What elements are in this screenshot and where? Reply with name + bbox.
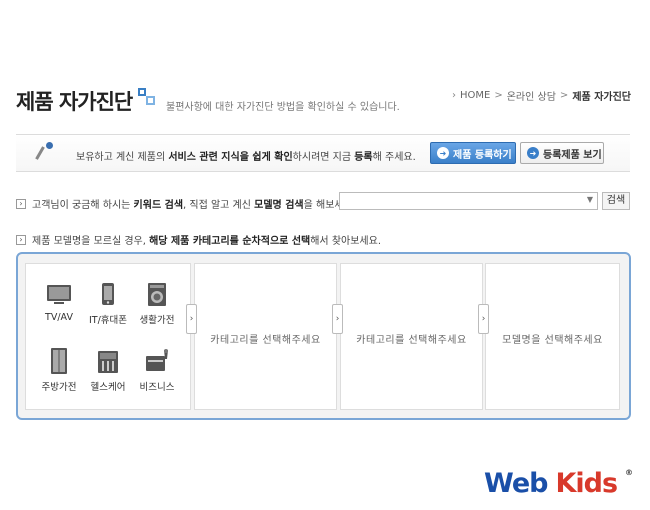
search-input[interactable]: ▼ bbox=[339, 192, 598, 210]
chevron-right-icon: › bbox=[478, 304, 489, 334]
column-placeholder: 모델명을 선택해주세요 bbox=[502, 335, 603, 346]
phone-icon bbox=[102, 283, 114, 305]
breadcrumb: › HOME > 온라인 상담 > 제품 자가진단 bbox=[452, 88, 631, 103]
category-column-sub2[interactable]: 카테고리를 선택해주세요 bbox=[340, 263, 483, 410]
view-registered-button[interactable]: ➜ 등록제품 보기 bbox=[520, 142, 604, 164]
category-it-phone[interactable]: IT/휴대폰 bbox=[83, 282, 133, 326]
info-bar: 보유하고 계신 제품의 서비스 관련 지식을 쉽게 확인하시려면 지금 등록해 … bbox=[16, 134, 630, 172]
column-placeholder: 카테고리를 선택해주세요 bbox=[356, 335, 467, 346]
category-tv-av[interactable]: TV/AV bbox=[34, 282, 84, 323]
info-text: 보유하고 계신 제품의 서비스 관련 지식을 쉽게 확인하시려면 지금 등록해 … bbox=[76, 152, 416, 163]
breadcrumb-separator-icon: > bbox=[494, 90, 503, 101]
squares-icon bbox=[138, 88, 156, 106]
chevron-right-icon: › bbox=[186, 304, 197, 334]
tv-icon bbox=[47, 285, 71, 304]
webkids-logo: Web Kids ® bbox=[484, 468, 633, 499]
breadcrumb-separator-icon: > bbox=[559, 90, 569, 101]
chevron-right-icon: › bbox=[332, 304, 343, 334]
category-column-sub1[interactable]: 카테고리를 선택해주세요 bbox=[194, 263, 337, 410]
fridge-icon bbox=[51, 348, 67, 374]
category-selector-panel: TV/AV IT/휴대폰 생활가전 주방가전 헬스케어 비즈니스 › 카테고리를… bbox=[16, 252, 631, 420]
pen-icon bbox=[35, 142, 54, 162]
page-subtitle: 불편사항에 대한 자가진단 방법을 확인하실 수 있습니다. bbox=[166, 102, 400, 113]
chevron-right-icon: › bbox=[16, 234, 26, 245]
chevron-right-icon: › bbox=[16, 198, 26, 209]
arrow-right-icon: ➜ bbox=[527, 147, 539, 159]
category-hint: › 제품 모델명을 모르실 경우, 해당 제품 카테고리를 순차적으로 선택해서… bbox=[16, 232, 381, 247]
breadcrumb-online-consult[interactable]: 온라인 상담 bbox=[507, 88, 556, 103]
dropdown-caret-icon: ▼ bbox=[586, 195, 593, 204]
category-healthcare[interactable]: 헬스케어 bbox=[83, 347, 133, 393]
washer-icon bbox=[148, 283, 166, 306]
page-title: 제품 자가진단 bbox=[16, 90, 133, 114]
category-kitchen[interactable]: 주방가전 bbox=[34, 347, 84, 393]
breadcrumb-current: 제품 자가진단 bbox=[572, 92, 631, 103]
search-button[interactable]: 검색 bbox=[602, 192, 630, 210]
breadcrumb-arrow-icon: › bbox=[452, 90, 456, 101]
column-placeholder: 카테고리를 선택해주세요 bbox=[210, 335, 321, 346]
model-column[interactable]: 모델명을 선택해주세요 bbox=[485, 263, 620, 410]
search-label: › 고객님이 궁금해 하시는 키워드 검색, 직접 알고 계신 모델명 검색을 … bbox=[16, 196, 356, 211]
healthcare-icon bbox=[98, 351, 118, 373]
category-home-appliance[interactable]: 생활가전 bbox=[132, 282, 182, 326]
register-product-button[interactable]: ➜ 제품 등록하기 bbox=[430, 142, 516, 164]
business-icon bbox=[146, 349, 168, 371]
arrow-right-icon: ➜ bbox=[437, 147, 449, 159]
breadcrumb-home[interactable]: HOME bbox=[460, 90, 490, 101]
category-column-main: TV/AV IT/휴대폰 생활가전 주방가전 헬스케어 비즈니스 bbox=[25, 263, 191, 410]
category-business[interactable]: 비즈니스 bbox=[132, 347, 182, 393]
